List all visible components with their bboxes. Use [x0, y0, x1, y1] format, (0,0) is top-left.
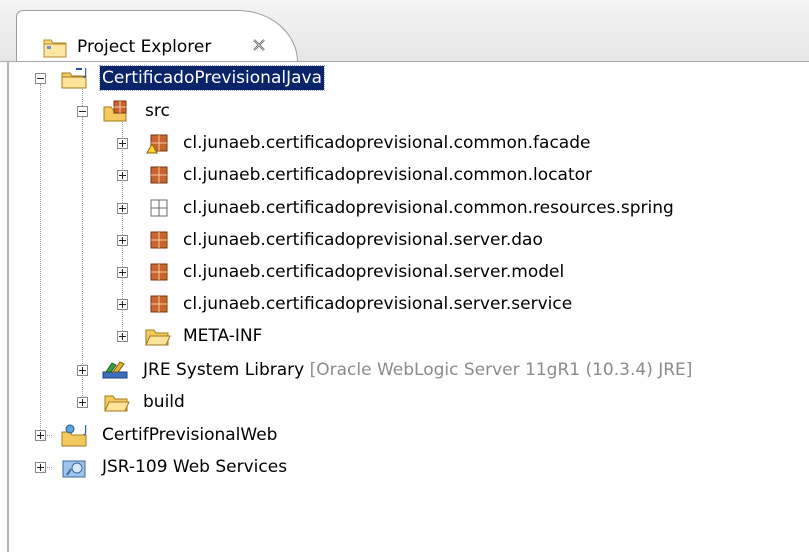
expand-toggle[interactable]: [117, 203, 128, 214]
tree-item-label: CertifPrevisionalWeb: [102, 425, 278, 445]
tree-item-label: META-INF: [183, 326, 263, 346]
tree-item-build[interactable]: build: [0, 387, 300, 417]
tree-item-label: JSR-109 Web Services: [102, 457, 288, 477]
tree-item-jre-library[interactable]: JRE System Library [Oracle WebLogic Serv…: [0, 355, 800, 385]
tree-item-meta-inf[interactable]: META-INF: [0, 321, 400, 351]
expand-toggle[interactable]: [117, 299, 128, 310]
tree-item-label: cl.junaeb.certificadoprevisional.server.…: [183, 262, 565, 282]
tab-bar-divider: [0, 61, 809, 62]
view-tab-bar: Project Explorer: [0, 0, 809, 62]
jre-library-name: JRE System Library: [143, 360, 305, 380]
tree-item-package[interactable]: cl.junaeb.certificadoprevisional.common.…: [0, 160, 700, 190]
folder-icon: [102, 390, 130, 414]
tree-item-certificado-previsional-java[interactable]: J CertificadoPrevisionalJava: [0, 63, 400, 93]
project-explorer-view: Project Explorer J CertificadoPrevisiona…: [0, 0, 809, 552]
web-project-icon: J: [60, 423, 87, 447]
collapse-toggle[interactable]: [77, 106, 88, 117]
tree-item-package[interactable]: cl.junaeb.certificadoprevisional.server.…: [0, 257, 700, 287]
expand-toggle[interactable]: [117, 331, 128, 342]
jre-library-decoration: [Oracle WebLogic Server 11gR1 (10.3.4) J…: [309, 360, 693, 380]
tree-item-package[interactable]: cl.junaeb.certificadoprevisional.common.…: [0, 128, 700, 158]
expand-toggle[interactable]: [35, 430, 46, 441]
tree-item-package[interactable]: cl.junaeb.certificadoprevisional.common.…: [0, 193, 700, 223]
folder-view-icon: [42, 37, 68, 59]
tab-title: Project Explorer: [77, 37, 212, 57]
package-icon: [143, 260, 169, 284]
package-icon: [143, 163, 169, 187]
package-icon: [143, 228, 169, 252]
expand-toggle[interactable]: [117, 267, 128, 278]
svg-text:J: J: [83, 423, 87, 436]
tree-item-certif-previsional-web[interactable]: J CertifPrevisionalWeb: [0, 420, 400, 450]
tree-item-label: cl.junaeb.certificadoprevisional.server.…: [183, 230, 543, 250]
web-services-icon: [60, 455, 86, 479]
expand-toggle[interactable]: [117, 138, 128, 149]
close-x-icon[interactable]: [251, 37, 267, 53]
tree-item-label: cl.junaeb.certificadoprevisional.common.…: [183, 165, 593, 185]
tree-item-label: cl.junaeb.certificadoprevisional.server.…: [183, 294, 573, 314]
tree-item-package[interactable]: cl.junaeb.certificadoprevisional.server.…: [0, 289, 700, 319]
library-icon: [100, 358, 128, 382]
expand-toggle[interactable]: [77, 397, 88, 408]
package-warning-icon: [143, 131, 169, 155]
package-icon: [143, 292, 169, 316]
tree-item-src[interactable]: src: [0, 96, 300, 126]
tree-item-package[interactable]: cl.junaeb.certificadoprevisional.server.…: [0, 225, 700, 255]
tree-item-label: cl.junaeb.certificadoprevisional.common.…: [183, 133, 591, 153]
tree-item-label: src: [145, 101, 170, 121]
tree-item-label: JRE System Library [Oracle WebLogic Serv…: [143, 358, 692, 382]
java-project-icon: J: [60, 66, 87, 90]
expand-toggle[interactable]: [117, 235, 128, 246]
tab-project-explorer[interactable]: Project Explorer: [16, 10, 298, 62]
expand-toggle[interactable]: [35, 462, 46, 473]
empty-package-icon: [143, 196, 169, 220]
expand-toggle[interactable]: [77, 365, 88, 376]
expand-toggle[interactable]: [117, 170, 128, 181]
collapse-toggle[interactable]: [35, 73, 46, 84]
folder-icon: [143, 324, 171, 348]
svg-text:J: J: [83, 66, 87, 79]
tree-item-label: CertificadoPrevisionalJava: [99, 65, 325, 91]
source-folder-icon: [102, 99, 128, 123]
tree-item-label: build: [143, 392, 185, 412]
tree-item-label: cl.junaeb.certificadoprevisional.common.…: [183, 198, 674, 218]
tree-item-jsr109-web-services[interactable]: JSR-109 Web Services: [0, 452, 400, 482]
